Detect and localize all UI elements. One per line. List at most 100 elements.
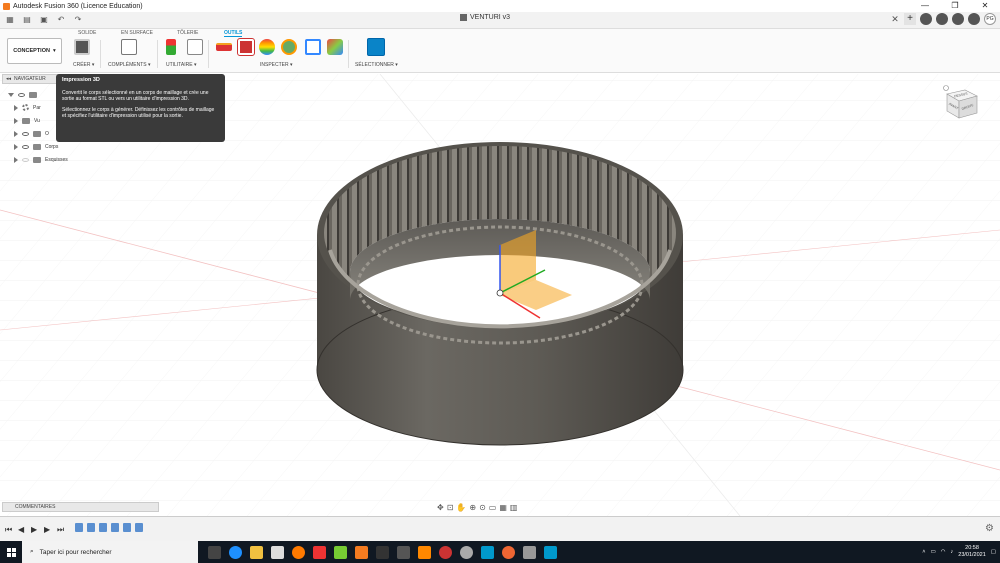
go-to-end-icon[interactable]: ⏭ xyxy=(57,525,64,535)
expand-arrow-icon[interactable] xyxy=(14,143,18,150)
timeline-sweep-feature[interactable] xyxy=(99,523,107,532)
notepadpp-icon[interactable] xyxy=(334,545,347,559)
app-grey-icon[interactable] xyxy=(460,545,473,559)
save-icon[interactable]: ▣ xyxy=(37,14,51,26)
visibility-eye-icon[interactable] xyxy=(22,144,29,149)
close-button[interactable]: ✕ xyxy=(970,0,1000,12)
group-selectionner[interactable]: SÉLECTIONNER ▾ xyxy=(355,62,398,68)
taskbar-search[interactable]: ⌕ Taper ici pour rechercher xyxy=(22,541,198,563)
file-explorer-icon[interactable] xyxy=(250,545,263,559)
expand-arrow-icon[interactable] xyxy=(14,117,18,124)
group-inspecter[interactable]: INSPECTER ▾ xyxy=(260,62,293,68)
measure-icon[interactable] xyxy=(216,43,232,51)
step-back-icon[interactable]: ◀ xyxy=(18,525,24,534)
notifications-icon[interactable] xyxy=(952,13,964,25)
user-avatar[interactable]: PG xyxy=(984,13,996,25)
network-icon[interactable]: ◠ xyxy=(941,549,946,555)
home-view-icon[interactable] xyxy=(943,85,949,91)
tree-item-esquisses[interactable]: Esquisses xyxy=(8,153,128,166)
job-status-icon[interactable] xyxy=(936,13,948,25)
close-document-icon[interactable]: ✕ xyxy=(890,13,900,25)
cura-icon[interactable] xyxy=(481,545,494,559)
group-creer[interactable]: CRÉER ▾ xyxy=(73,62,94,68)
timeline-pattern-feature[interactable] xyxy=(123,523,131,532)
butterfly-app-icon[interactable] xyxy=(418,545,431,559)
viewcube[interactable]: DESSUS AVANT DROITE xyxy=(939,80,983,124)
orbit-icon[interactable]: ✥ xyxy=(437,503,444,512)
expand-arrow-icon[interactable] xyxy=(14,156,18,163)
grid-menu-icon[interactable]: ▦ xyxy=(3,14,17,26)
timeline-component-feature[interactable] xyxy=(135,523,143,532)
visibility-eye-icon[interactable] xyxy=(22,131,29,136)
pan-hand-icon[interactable]: ✋ xyxy=(456,503,466,512)
tab-en-surface[interactable]: EN SURFACE xyxy=(121,30,153,36)
zebra-analysis-icon[interactable] xyxy=(281,39,297,55)
timeline-extrude-feature[interactable] xyxy=(87,523,95,532)
select-icon[interactable] xyxy=(367,38,385,56)
display-settings-icon[interactable]: ▭ xyxy=(489,503,497,512)
inkscape-icon[interactable] xyxy=(397,545,410,559)
section-analysis-icon[interactable] xyxy=(305,39,321,55)
look-at-icon[interactable]: ⊡ xyxy=(447,503,454,512)
tab-solide[interactable]: SOLIDE xyxy=(78,30,96,36)
fusion360-taskbar-icon[interactable] xyxy=(355,545,368,559)
undo-icon[interactable]: ↶ xyxy=(54,14,68,26)
minimize-button[interactable]: — xyxy=(910,0,940,12)
table-icon[interactable] xyxy=(187,39,203,55)
hidden-eye-icon[interactable] xyxy=(22,157,29,162)
step-forward-icon[interactable]: ▶ xyxy=(44,525,50,534)
interference-icon[interactable] xyxy=(237,38,255,56)
app-red-icon[interactable] xyxy=(313,545,326,559)
expand-arrow-icon[interactable] xyxy=(14,104,18,111)
navigator-panel-header[interactable]: ◂◂ NAVIGATEUR xyxy=(2,74,62,84)
zoom-icon[interactable]: ⊕ xyxy=(469,503,476,512)
document-tab[interactable]: VENTURI v3 xyxy=(460,14,510,21)
timeline-sketch-feature[interactable] xyxy=(75,523,83,532)
file-menu-icon[interactable]: ▤ xyxy=(20,14,34,26)
redo-icon[interactable]: ↷ xyxy=(71,14,85,26)
collapse-arrow-icon[interactable]: ◂◂ xyxy=(6,76,11,82)
viewports-icon[interactable]: ▥ xyxy=(510,503,518,512)
timeline-move-feature[interactable] xyxy=(111,523,119,532)
edge-icon[interactable] xyxy=(229,545,242,559)
expand-arrow-icon[interactable] xyxy=(8,92,14,97)
visibility-eye-icon[interactable] xyxy=(18,92,25,97)
new-tab-icon[interactable]: + xyxy=(904,13,916,25)
firefox-icon[interactable] xyxy=(292,545,305,559)
timeline-settings-gear-icon[interactable]: ⚙ xyxy=(985,523,994,534)
title-bar: Autodesk Fusion 360 (Licence Education) … xyxy=(0,0,1000,12)
scripts-addins-icon[interactable] xyxy=(121,39,137,55)
task-view-icon[interactable] xyxy=(208,545,221,559)
play-icon[interactable]: ▶ xyxy=(31,525,37,534)
fit-icon[interactable]: ⊙ xyxy=(479,503,486,512)
cura-second-icon[interactable] xyxy=(544,545,557,559)
app-orange-icon[interactable] xyxy=(502,545,515,559)
tab-outils[interactable]: OUTILS xyxy=(224,30,243,37)
start-button[interactable] xyxy=(0,541,22,563)
grid-settings-icon[interactable]: ▦ xyxy=(499,503,507,512)
app-orb-icon[interactable] xyxy=(439,545,452,559)
workspace-switcher[interactable]: CONCEPTION ▾ xyxy=(7,38,62,64)
create-form-icon[interactable] xyxy=(74,39,90,55)
go-to-start-icon[interactable]: ⏮ xyxy=(5,525,12,535)
curvature-comb-icon[interactable] xyxy=(259,39,275,55)
volume-icon[interactable]: ♪ xyxy=(951,549,954,555)
expand-arrow-icon[interactable] xyxy=(14,130,18,137)
taskbar-clock[interactable]: 20:58 23/01/2021 xyxy=(958,545,986,559)
app-dark-icon[interactable] xyxy=(376,545,389,559)
comments-panel[interactable]: COMMENTAIRES xyxy=(2,502,159,512)
extensions-icon[interactable] xyxy=(920,13,932,25)
maximize-button[interactable]: ❐ xyxy=(940,0,970,12)
group-complements[interactable]: COMPLÉMENTS ▾ xyxy=(108,62,151,68)
component-icon xyxy=(29,91,37,98)
display-component-colors-icon[interactable] xyxy=(327,39,343,55)
store-icon[interactable] xyxy=(271,545,284,559)
group-utilitaire[interactable]: UTILITAIRE ▾ xyxy=(166,62,196,68)
chevron-up-icon[interactable]: ˄ xyxy=(922,549,925,555)
print-3d-icon[interactable] xyxy=(166,39,176,55)
calculator-icon[interactable] xyxy=(523,545,536,559)
notification-center-icon[interactable]: ▢ xyxy=(991,549,996,555)
help-icon[interactable] xyxy=(968,13,980,25)
tab-tolerie[interactable]: TÔLERIE xyxy=(177,30,198,36)
battery-icon[interactable]: ▭ xyxy=(931,549,936,555)
